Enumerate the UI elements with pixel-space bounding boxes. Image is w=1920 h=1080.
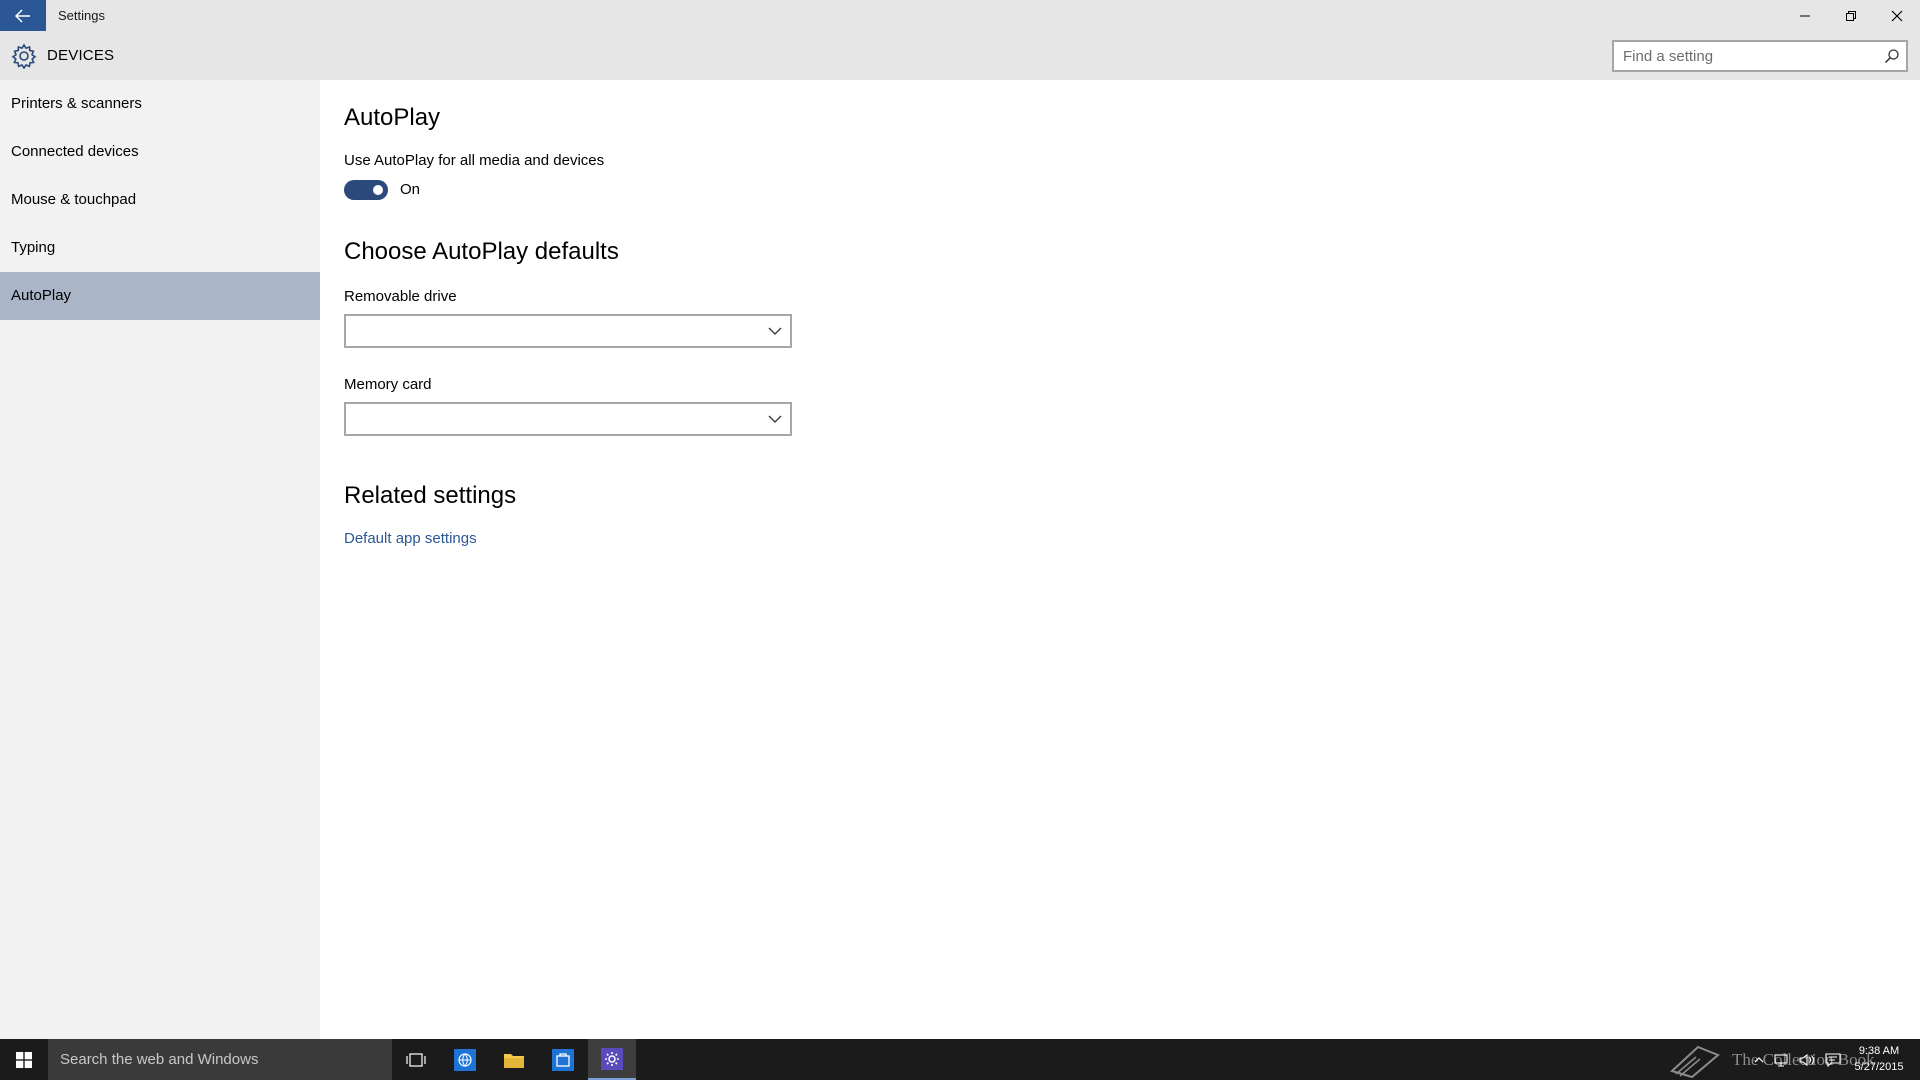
windows-logo-icon (16, 1051, 32, 1068)
minimize-icon (1800, 15, 1810, 16)
start-button[interactable] (0, 1039, 48, 1080)
search-input[interactable] (1614, 42, 1874, 70)
chevron-down-icon (768, 327, 782, 335)
window-title: Settings (58, 8, 105, 23)
back-button[interactable] (0, 0, 46, 31)
title-bar: Settings (0, 0, 1920, 31)
folder-icon (504, 1053, 524, 1068)
store-icon (552, 1048, 574, 1071)
clock-time: 9:38 AM (1858, 1045, 1900, 1057)
taskbar-browser-button[interactable] (441, 1039, 489, 1080)
gear-icon (601, 1047, 623, 1070)
toggle-knob (373, 185, 383, 195)
memory-card-label: Memory card (344, 376, 432, 393)
restore-icon (1846, 10, 1856, 21)
volume-icon (1799, 1053, 1814, 1066)
sidebar-item-label: AutoPlay (11, 287, 72, 304)
arrow-left-icon (15, 8, 30, 23)
network-icon (1774, 1053, 1788, 1067)
chevron-down-icon (768, 415, 782, 423)
tray-volume-button[interactable] (1796, 1039, 1818, 1080)
autoplay-toggle[interactable] (344, 180, 388, 200)
globe-icon (454, 1048, 476, 1071)
sidebar-item-connected-devices[interactable]: Connected devices (0, 128, 320, 176)
autoplay-toggle-label: Use AutoPlay for all media and devices (344, 152, 605, 169)
sidebar-item-label: Connected devices (11, 143, 139, 160)
sidebar-item-printers-scanners[interactable]: Printers & scanners (0, 80, 320, 128)
page-title: AutoPlay (344, 104, 441, 131)
taskbar-file-explorer-button[interactable] (490, 1039, 538, 1080)
close-icon (1891, 10, 1903, 21)
tray-overflow-button[interactable] (1752, 1039, 1766, 1080)
chevron-up-icon (1754, 1056, 1764, 1062)
message-icon (1825, 1052, 1841, 1067)
task-view-button[interactable] (392, 1039, 440, 1080)
taskbar-clock[interactable]: 9:38 AM 5/27/2015 (1844, 1043, 1914, 1075)
tray-network-button[interactable] (1770, 1039, 1792, 1080)
gear-icon (11, 43, 37, 69)
taskbar: Search the web and Windows The Collectio… (0, 1039, 1920, 1080)
sidebar-item-typing[interactable]: Typing (0, 224, 320, 272)
section-title: DEVICES (47, 47, 115, 64)
removable-drive-dropdown[interactable] (344, 314, 792, 348)
close-button[interactable] (1874, 0, 1920, 31)
toggle-state-label: On (400, 181, 421, 198)
sidebar-item-label: Mouse & touchpad (11, 191, 137, 208)
task-view-icon (406, 1052, 426, 1067)
taskbar-search-box[interactable]: Search the web and Windows (48, 1039, 392, 1080)
sidebar-item-autoplay[interactable]: AutoPlay (0, 272, 320, 320)
sidebar-item-label: Printers & scanners (11, 95, 142, 112)
taskbar-store-button[interactable] (539, 1039, 587, 1080)
tray-notifications-button[interactable] (1822, 1039, 1844, 1080)
book-icon (1670, 1045, 1720, 1079)
defaults-heading: Choose AutoPlay defaults (344, 238, 619, 265)
memory-card-dropdown[interactable] (344, 402, 792, 436)
sidebar: Printers & scanners Connected devices Mo… (0, 80, 320, 1039)
default-app-settings-link[interactable]: Default app settings (344, 530, 477, 547)
removable-drive-label: Removable drive (344, 288, 457, 305)
search-icon[interactable] (1884, 48, 1900, 64)
clock-date: 5/27/2015 (1854, 1061, 1904, 1073)
settings-header: DEVICES (0, 31, 1920, 80)
restore-button[interactable] (1828, 0, 1874, 31)
taskbar-settings-button[interactable] (588, 1039, 636, 1080)
content-pane: AutoPlay Use AutoPlay for all media and … (320, 80, 1920, 1039)
search-box[interactable] (1612, 40, 1908, 72)
minimize-button[interactable] (1782, 0, 1828, 31)
taskbar-search-placeholder: Search the web and Windows (60, 1051, 259, 1068)
sidebar-item-label: Typing (11, 239, 56, 256)
related-settings-heading: Related settings (344, 482, 517, 509)
sidebar-item-mouse-touchpad[interactable]: Mouse & touchpad (0, 176, 320, 224)
